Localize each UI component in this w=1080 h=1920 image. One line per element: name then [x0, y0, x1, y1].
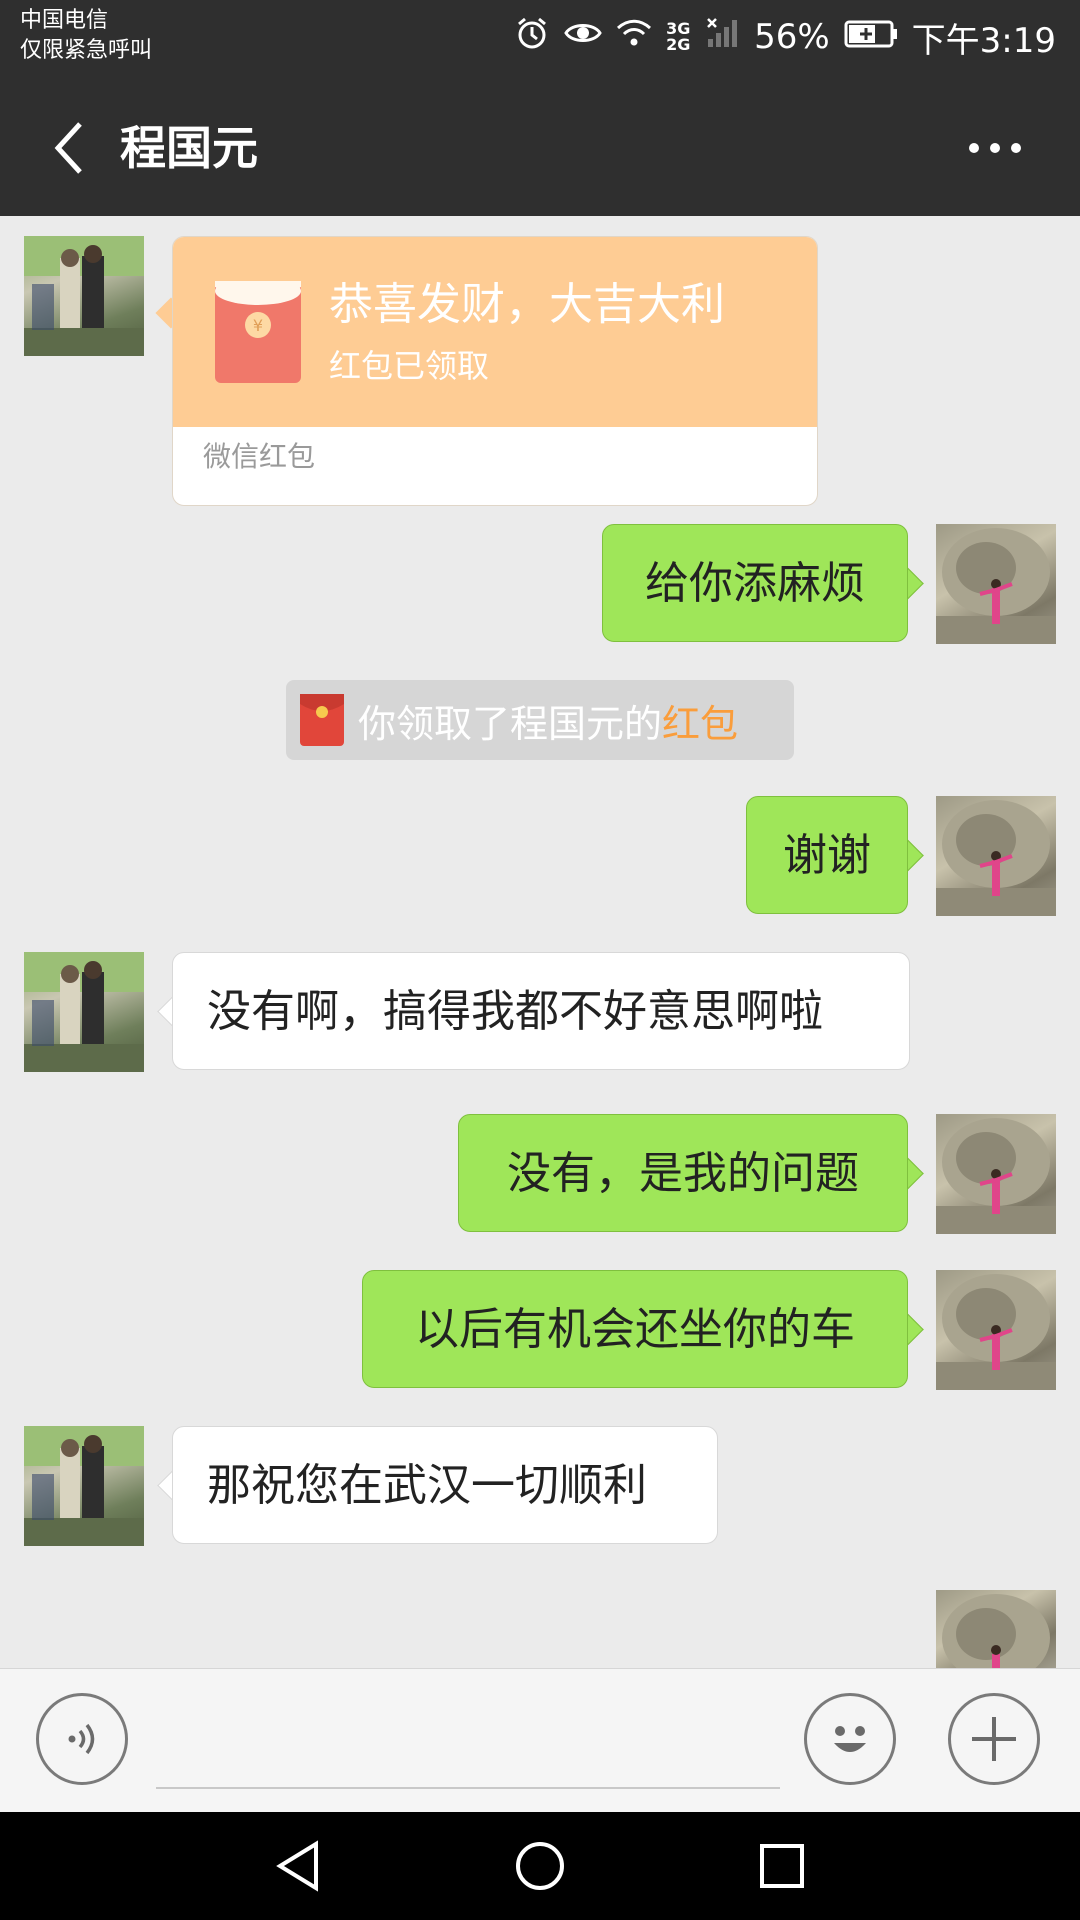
carrier-name: 中国电信 — [20, 8, 109, 33]
svg-text:¥: ¥ — [253, 316, 263, 335]
wifi-icon — [616, 17, 652, 57]
message-bubble-sent[interactable]: 没有，是我的问题 — [458, 1114, 908, 1232]
more-dots-icon — [969, 143, 1021, 153]
avatar-self[interactable] — [936, 1114, 1056, 1234]
signal-icon: 3G 2G — [666, 21, 692, 53]
avatar-contact[interactable] — [24, 1426, 144, 1546]
voice-button[interactable] — [36, 1693, 128, 1785]
home-circle-icon — [516, 1842, 564, 1890]
red-packet-link[interactable]: 红包 — [662, 702, 738, 746]
avatar-contact[interactable] — [24, 952, 144, 1072]
back-triangle-icon — [276, 1840, 318, 1892]
avatar-self[interactable] — [936, 796, 1056, 916]
message-bubble-received[interactable]: 那祝您在武汉一切顺利 — [172, 1426, 718, 1544]
red-packet-source: 微信红包 — [203, 440, 316, 473]
avatar-self[interactable] — [936, 524, 1056, 644]
red-packet-status: 红包已领取 — [329, 347, 490, 385]
eye-icon — [564, 17, 602, 57]
system-notice: 你领取了程国元的红包 — [286, 680, 794, 760]
chat-header: 程国元 — [0, 80, 1080, 216]
message-bubble-sent[interactable]: 谢谢 — [746, 796, 908, 914]
message-bubble-sent[interactable]: 以后有机会还坐你的车 — [362, 1270, 908, 1388]
nav-recents-button[interactable] — [752, 1836, 812, 1896]
plus-icon — [972, 1717, 1016, 1761]
voice-icon — [68, 1723, 95, 1755]
chat-title: 程国元 — [120, 121, 258, 175]
red-packet-title: 恭喜发财，大吉大利 — [329, 279, 725, 330]
avatar-self[interactable] — [936, 1270, 1056, 1390]
red-envelope-icon: ¥ — [215, 281, 301, 383]
more-button[interactable] — [950, 108, 1040, 188]
back-arrow-icon — [54, 122, 82, 174]
clock: 下午3:19 — [911, 20, 1056, 61]
system-notice-body: 你领取了程国元的 — [358, 701, 663, 746]
nav-back-button[interactable] — [268, 1836, 328, 1896]
battery-percent: 56% — [754, 17, 830, 57]
status-bar: 中国电信 仅限紧急呼叫 3G 2G 56% 下午3:19 — [0, 0, 1080, 80]
emoji-button[interactable] — [804, 1693, 896, 1785]
back-button[interactable] — [30, 108, 110, 188]
nav-home-button[interactable] — [510, 1836, 570, 1896]
carrier-info: 中国电信 仅限紧急呼叫 — [20, 6, 152, 66]
message-input[interactable] — [156, 1787, 780, 1789]
alarm-icon — [514, 15, 550, 60]
red-packet-card[interactable]: ¥ 恭喜发财，大吉大利 红包已领取 微信红包 — [172, 236, 818, 506]
avatar-contact[interactable] — [24, 236, 144, 356]
carrier-note: 仅限紧急呼叫 — [20, 38, 153, 63]
status-icons: 3G 2G 56% 下午3:19 — [514, 12, 1056, 62]
emoji-icon — [834, 1726, 866, 1752]
chat-messages[interactable]: ¥ 恭喜发财，大吉大利 红包已领取 微信红包 给你添麻烦 你领取了程国元的红包 … — [0, 216, 1080, 1668]
red-packet-small-icon — [300, 694, 344, 746]
system-notice-text: 你领取了程国元的红包 — [358, 693, 738, 748]
message-bubble-received[interactable]: 没有啊，搞得我都不好意思啊啦 — [172, 952, 910, 1070]
avatar-self[interactable] — [936, 1590, 1056, 1668]
recents-square-icon — [760, 1844, 804, 1888]
battery-charging-icon — [844, 17, 898, 57]
no-signal-icon — [706, 17, 740, 58]
plus-button[interactable] — [948, 1693, 1040, 1785]
network-label: 3G 2G — [666, 19, 691, 54]
system-navigation-bar — [0, 1812, 1080, 1920]
input-bar — [0, 1668, 1080, 1813]
message-bubble-sent[interactable]: 给你添麻烦 — [602, 524, 908, 642]
